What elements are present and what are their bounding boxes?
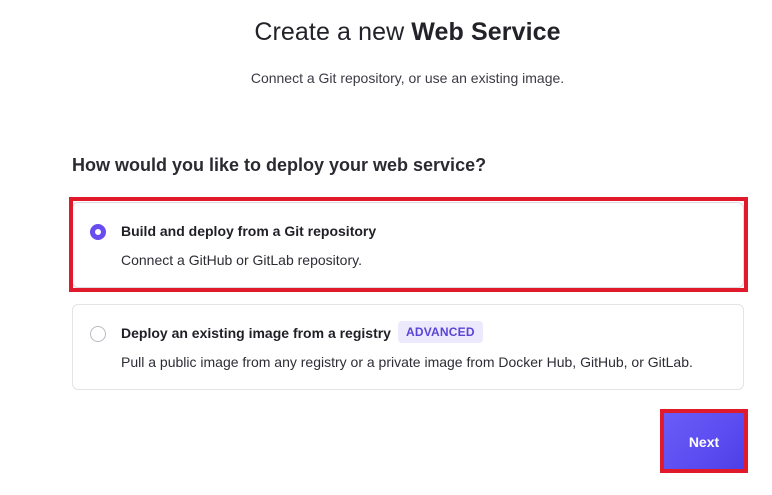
page-subtitle: Connect a Git repository, or use an exis… — [250, 70, 565, 86]
deploy-method-question: How would you like to deploy your web se… — [72, 155, 487, 175]
create-web-service-page: Create a new Web Service Connect a Git r… — [0, 0, 772, 495]
page-title: Create a new Web Service — [0, 18, 772, 47]
highlight-box-next: Next — [660, 409, 748, 473]
next-button[interactable]: Next — [664, 413, 744, 469]
advanced-badge: ADVANCED — [398, 321, 483, 343]
page-title-bold: Web Service — [411, 18, 561, 46]
radio-unselected-icon[interactable] — [90, 326, 106, 342]
option-image-title: Deploy an existing image from a registry — [121, 325, 391, 341]
option-image-description: Pull a public image from any registry or… — [121, 354, 693, 370]
option-existing-image[interactable]: Deploy an existing image from a registry… — [72, 304, 744, 390]
page-title-prefix: Create a new — [254, 18, 412, 46]
option-git-repository[interactable]: Build and deploy from a Git repository C… — [72, 202, 744, 288]
option-git-title: Build and deploy from a Git repository — [121, 223, 377, 239]
option-git-description: Connect a GitHub or GitLab repository. — [121, 252, 362, 268]
radio-selected-icon[interactable] — [90, 224, 106, 240]
